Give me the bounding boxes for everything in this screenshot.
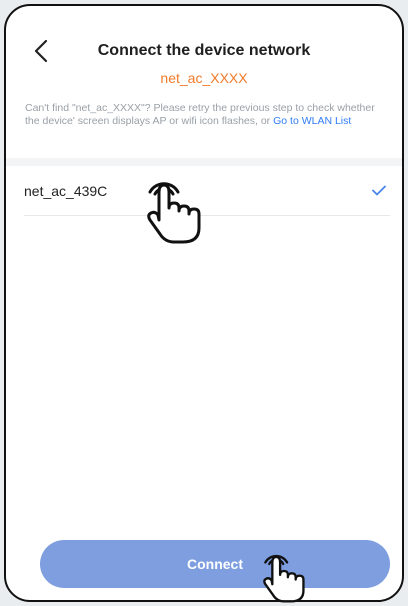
help-text: Can't find "net_ac_XXXX"? Please retry t… bbox=[25, 102, 388, 127]
go-to-wlan-list-link[interactable]: Go to WLAN List bbox=[273, 115, 351, 127]
phone-screen: Connect the device network net_ac_XXXX C… bbox=[4, 4, 404, 602]
connect-button[interactable]: Connect bbox=[40, 540, 390, 588]
back-button[interactable] bbox=[28, 36, 54, 66]
network-item[interactable]: net_ac_439C bbox=[24, 166, 390, 216]
network-ssid: net_ac_439C bbox=[24, 182, 108, 199]
target-ssid-label: net_ac_XXXX bbox=[160, 70, 248, 86]
section-divider bbox=[6, 158, 402, 166]
chevron-left-icon bbox=[34, 39, 48, 63]
page-title: Connect the device network bbox=[97, 42, 311, 59]
check-icon bbox=[370, 182, 388, 200]
